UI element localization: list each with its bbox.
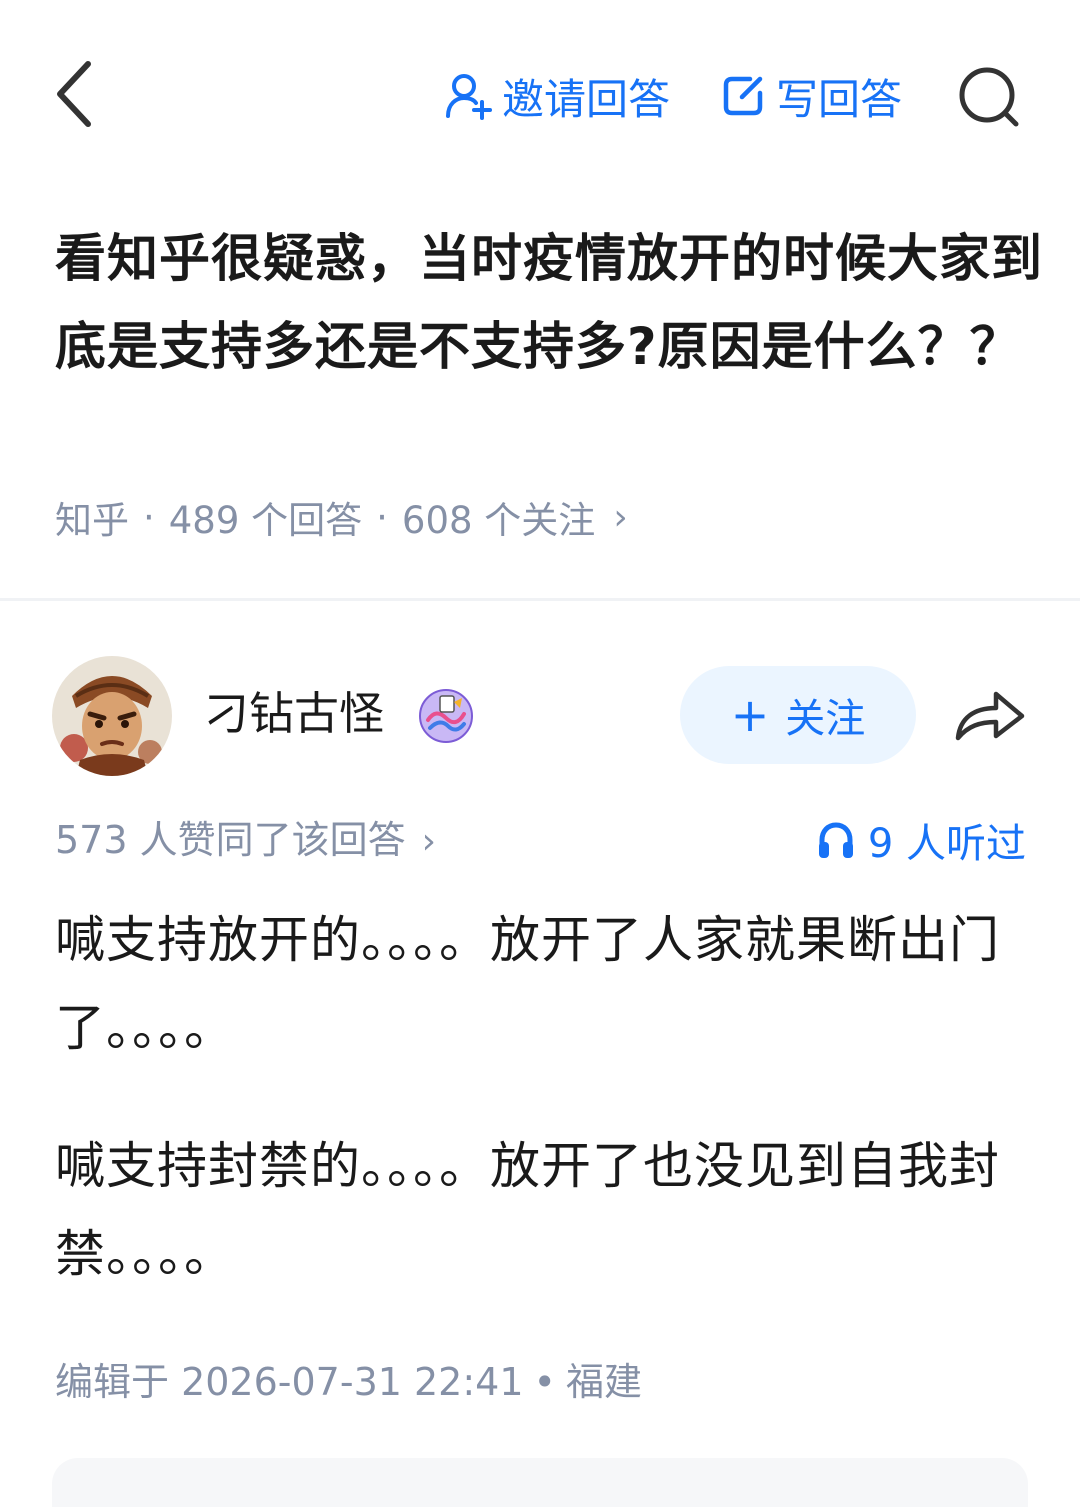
avatar-illustration (52, 656, 172, 776)
question-title[interactable]: 看知乎很疑惑，当时疫情放开的时候大家到底是支持多还是不支持多?原因是什么？？ (55, 216, 1045, 392)
search-icon (959, 67, 1019, 127)
share-button[interactable] (952, 684, 1028, 744)
answer-count: 489 个回答 (168, 499, 363, 542)
top-bar: 邀请回答 写回答 (0, 0, 1080, 190)
answer-paragraph: 喊支持封禁的。。。。放开了也没见到自我封禁。。。。 (55, 1137, 1000, 1283)
follow-label: 关注 (785, 696, 866, 742)
question-meta[interactable]: 知乎 · 489 个回答 · 608 个关注 › (55, 490, 628, 544)
chevron-right-icon: › (421, 821, 437, 862)
write-answer-button[interactable]: 写回答 (720, 66, 902, 126)
section-divider (0, 598, 1080, 601)
edit-separator: • (533, 1360, 556, 1404)
bottom-card[interactable] (52, 1458, 1028, 1507)
search-button[interactable] (956, 64, 1022, 130)
answer-paragraph: 喊支持放开的。。。。放开了人家就果断出门了。。。。 (55, 911, 1000, 1057)
back-button[interactable] (50, 56, 100, 132)
creator-badge-icon[interactable] (418, 688, 474, 744)
invite-answer-label: 邀请回答 (502, 74, 671, 124)
vote-count-text: 573 人赞同了该回答 (55, 818, 406, 862)
back-arrow-icon (57, 61, 91, 127)
edit-info: 编辑于 2026-07-31 22:41 • 福建 (55, 1354, 642, 1410)
author-name[interactable]: 刁钻古怪 (204, 684, 384, 744)
question-source: 知乎 (55, 499, 129, 542)
answer-content: 喊支持放开的。。。。放开了人家就果断出门了。。。。 喊支持封禁的。。。。放开了也… (55, 896, 1035, 1348)
write-edit-icon (723, 76, 763, 116)
edit-timestamp: 编辑于 2026-07-31 22:41 (55, 1360, 524, 1404)
avatar[interactable] (52, 656, 172, 776)
headphones-icon (818, 822, 853, 858)
follower-count: 608 个关注 (401, 499, 596, 542)
write-answer-label: 写回答 (776, 74, 903, 124)
vote-count[interactable]: 573 人赞同了该回答 › (55, 812, 436, 868)
meta-separator: · (143, 495, 155, 539)
listen-button[interactable]: 9 人听过 (816, 812, 1026, 868)
share-icon (955, 691, 1025, 741)
invite-user-icon (446, 74, 492, 120)
meta-separator: · (376, 495, 388, 539)
listen-count: 9 人听过 (867, 821, 1026, 867)
chevron-right-icon: › (613, 496, 628, 538)
invite-answer-button[interactable]: 邀请回答 (444, 66, 670, 126)
edit-location: 福建 (565, 1360, 642, 1404)
follow-button[interactable]: + 关注 (680, 666, 916, 764)
plus-icon: + (730, 688, 770, 742)
